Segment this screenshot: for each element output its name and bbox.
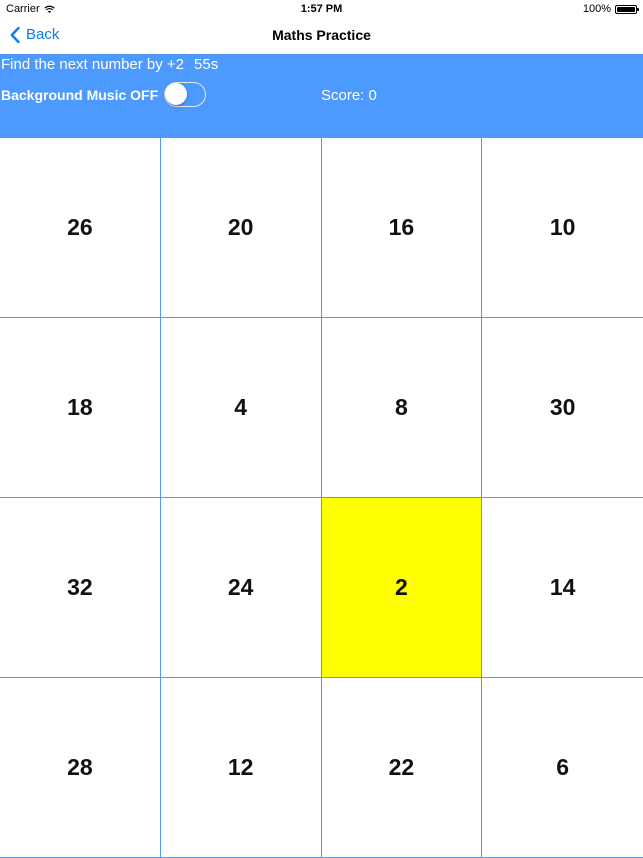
number-cell[interactable]: 12 [160, 678, 322, 858]
toggle-knob [165, 83, 188, 105]
number-cell[interactable]: 22 [321, 678, 483, 858]
number-cell[interactable]: 8 [321, 318, 483, 498]
number-cell[interactable]: 26 [0, 138, 161, 318]
number-cell[interactable]: 16 [321, 138, 483, 318]
music-label: Background Music OFF [1, 86, 159, 103]
number-cell[interactable]: 6 [482, 678, 643, 858]
timer-text: 55s [194, 56, 219, 73]
number-cell[interactable]: 10 [482, 138, 643, 318]
number-cell-highlighted[interactable]: 2 [321, 498, 483, 678]
instruction-row: Find the next number by +2 55s [1, 56, 218, 73]
number-cell[interactable]: 28 [0, 678, 161, 858]
status-time: 1:57 PM [300, 3, 343, 15]
page-title: Maths Practice [272, 27, 371, 43]
number-cell[interactable]: 14 [482, 498, 643, 678]
number-cell[interactable]: 24 [160, 498, 322, 678]
battery-icon [615, 4, 639, 14]
number-cell[interactable]: 4 [160, 318, 322, 498]
number-cell[interactable]: 20 [160, 138, 322, 318]
number-cell[interactable]: 18 [0, 318, 161, 498]
info-panel: Find the next number by +2 55s Backgroun… [0, 54, 643, 138]
music-row: Background Music OFF [1, 82, 207, 107]
music-toggle[interactable] [164, 82, 207, 107]
number-cell[interactable]: 32 [0, 498, 161, 678]
status-battery: 100% [582, 3, 639, 15]
score-label: Score: 0 [321, 87, 377, 104]
status-bar: Carrier 1:57 PM 100% [0, 0, 643, 18]
battery-percent: 100% [582, 3, 611, 15]
number-cell[interactable]: 30 [482, 318, 643, 498]
navigation-bar: Back Maths Practice [0, 18, 643, 54]
instruction-text: Find the next number by +2 [1, 56, 185, 73]
number-grid: 26 20 16 10 18 4 8 30 32 24 2 14 28 12 2… [0, 138, 643, 858]
